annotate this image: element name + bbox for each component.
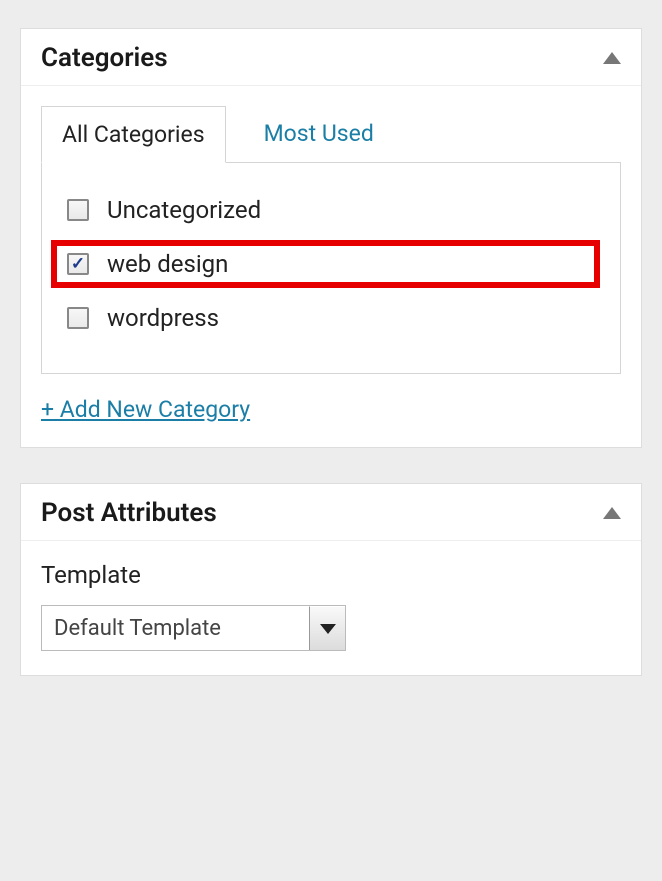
categories-title: Categories [41, 43, 168, 73]
add-new-category-link[interactable]: + Add New Category [41, 396, 250, 423]
checkbox-web-design[interactable] [67, 253, 89, 275]
post-attributes-metabox: Post Attributes Template Default Templat… [20, 483, 642, 676]
collapse-icon[interactable] [603, 507, 621, 519]
category-label[interactable]: web design [107, 250, 228, 278]
template-select-value: Default Template [42, 606, 309, 650]
categories-metabox: Categories All Categories Most Used Unca… [20, 28, 642, 448]
categories-tabs: All Categories Most Used Uncategorized w… [41, 106, 621, 374]
tab-row: All Categories Most Used [41, 106, 621, 162]
chevron-down-icon [320, 624, 336, 634]
category-label[interactable]: wordpress [107, 304, 219, 332]
post-attributes-header: Post Attributes [21, 484, 641, 541]
collapse-icon[interactable] [603, 52, 621, 64]
category-label[interactable]: Uncategorized [107, 196, 261, 224]
post-attributes-body: Template Default Template [21, 541, 641, 675]
post-attributes-title: Post Attributes [41, 498, 217, 528]
checkbox-uncategorized[interactable] [67, 199, 89, 221]
category-item: wordpress [62, 296, 600, 340]
tab-all-categories[interactable]: All Categories [41, 106, 226, 163]
category-item: Uncategorized [62, 188, 600, 232]
categories-list-panel: Uncategorized web design wordpress [41, 162, 621, 374]
dropdown-button[interactable] [309, 606, 345, 650]
template-select[interactable]: Default Template [41, 605, 346, 651]
categories-body: All Categories Most Used Uncategorized w… [21, 86, 641, 447]
template-label: Template [41, 561, 621, 589]
category-list: Uncategorized web design wordpress [62, 188, 600, 340]
categories-header: Categories [21, 29, 641, 86]
category-item: web design [51, 240, 600, 288]
checkbox-wordpress[interactable] [67, 307, 89, 329]
tab-most-used[interactable]: Most Used [244, 106, 394, 162]
